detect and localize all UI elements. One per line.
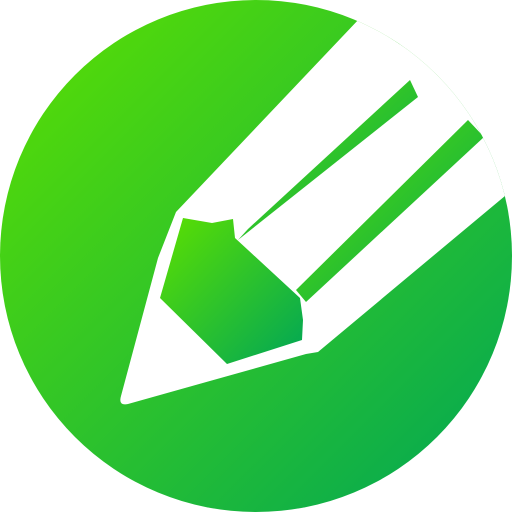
- app-icon: [0, 0, 512, 512]
- pencil-icon: [0, 0, 512, 512]
